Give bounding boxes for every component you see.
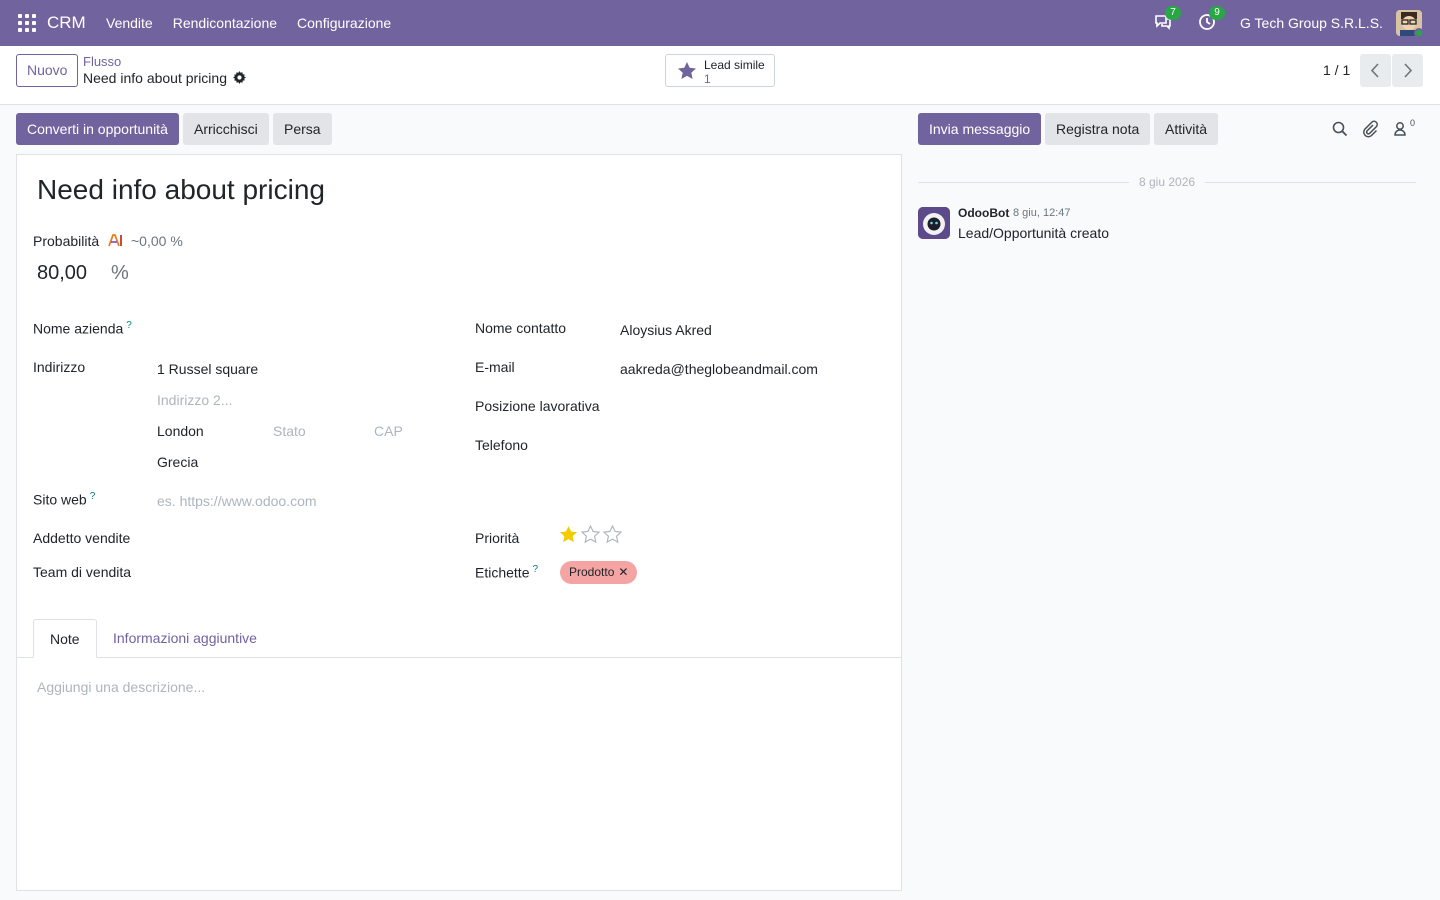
search-icon[interactable] <box>1331 120 1349 138</box>
city-input[interactable]: London <box>157 423 204 439</box>
main-menu: Vendite Rendicontazione Configurazione <box>106 15 391 31</box>
tab-extra-info[interactable]: Informazioni aggiuntive <box>97 619 273 658</box>
message-author[interactable]: OdooBot <box>958 206 1009 220</box>
contact-name-input[interactable]: Aloysius Akred <box>620 322 712 338</box>
priority-label: Priorità <box>475 530 520 546</box>
company-name-label: Nome azienda? <box>33 320 132 337</box>
similar-leads-label: Lead simile <box>704 58 765 72</box>
similar-leads-button[interactable]: Lead simile 1 <box>665 54 775 87</box>
send-message-button[interactable]: Invia messaggio <box>918 113 1042 145</box>
description-editor[interactable]: Aggiungi una descrizione... <box>37 679 205 695</box>
probability-label: Probabilità <box>33 233 100 249</box>
star-icon <box>678 62 696 79</box>
address-label: Indirizzo <box>33 359 86 375</box>
priority-stars[interactable] <box>559 525 622 544</box>
probability-unit: % <box>111 262 129 284</box>
chevron-left-icon <box>1370 63 1379 78</box>
street2-input[interactable]: Indirizzo 2... <box>157 392 232 408</box>
breadcrumb-parent[interactable]: Flusso <box>83 54 121 69</box>
street-input[interactable]: 1 Russel square <box>157 361 258 377</box>
online-status-icon <box>1414 28 1424 38</box>
messages-icon[interactable]: 7 <box>1154 6 1181 33</box>
followers-icon[interactable] <box>1392 120 1410 138</box>
chevron-right-icon <box>1404 63 1413 78</box>
new-button[interactable]: Nuovo <box>16 54 79 87</box>
tag-prodotto[interactable]: Prodotto ✕ <box>560 561 638 584</box>
menu-item-vendite[interactable]: Vendite <box>106 15 153 31</box>
gear-icon[interactable] <box>233 71 246 84</box>
contact-name-label: Nome contatto <box>475 320 567 336</box>
breadcrumb-current: Need info about pricing <box>83 70 227 86</box>
apps-menu-icon[interactable] <box>18 14 36 32</box>
convert-to-opportunity-button[interactable]: Converti in opportunità <box>16 113 179 145</box>
menu-item-rendicontazione[interactable]: Rendicontazione <box>173 15 277 31</box>
app-brand[interactable]: CRM <box>47 13 86 33</box>
email-input[interactable]: aakreda@theglobeandmail.com <box>620 361 818 377</box>
help-icon[interactable]: ? <box>126 320 132 331</box>
website-label: Sito web? <box>33 491 96 508</box>
website-input[interactable]: es. https://www.odoo.com <box>157 493 317 509</box>
help-icon[interactable]: ? <box>532 564 538 575</box>
followers-count: 0 <box>1410 118 1416 128</box>
activities-count-badge: 9 <box>1209 6 1225 20</box>
lead-title[interactable]: Need info about pricing <box>37 174 325 206</box>
ai-probability-icon <box>108 234 123 247</box>
pager-next-button[interactable] <box>1392 54 1423 87</box>
menu-item-configurazione[interactable]: Configurazione <box>297 15 391 31</box>
star-filled-icon[interactable] <box>559 525 578 544</box>
company-switcher[interactable]: G Tech Group S.R.L.S. <box>1240 15 1383 31</box>
messages-count-badge: 7 <box>1165 6 1181 20</box>
paperclip-icon[interactable] <box>1361 120 1379 138</box>
tags-label: Etichette? <box>475 564 539 581</box>
zip-input[interactable]: CAP <box>374 423 403 439</box>
help-icon[interactable]: ? <box>90 491 96 502</box>
country-input[interactable]: Grecia <box>157 454 198 470</box>
state-input[interactable]: Stato <box>273 423 306 439</box>
close-icon[interactable]: ✕ <box>618 565 628 579</box>
message-date: 8 giu, 12:47 <box>1013 207 1071 219</box>
sales-team-label: Team di vendita <box>33 564 132 580</box>
enrich-button[interactable]: Arricchisci <box>183 113 269 145</box>
probability-input[interactable]: 80,00 <box>37 262 87 285</box>
date-separator-label: 8 giu 2026 <box>1139 175 1196 189</box>
salesperson-label: Addetto vendite <box>33 530 131 546</box>
similar-leads-count: 1 <box>704 72 711 86</box>
star-empty-icon[interactable] <box>581 525 600 544</box>
log-note-button[interactable]: Registra nota <box>1045 113 1151 145</box>
top-navbar: CRM Vendite Rendicontazione Configurazio… <box>0 0 1440 46</box>
date-separator: 8 giu 2026 <box>918 174 1416 190</box>
lost-button[interactable]: Persa <box>273 113 332 145</box>
odoobot-avatar[interactable] <box>918 207 950 239</box>
message-body: Lead/Opportunità creato <box>958 225 1109 241</box>
tag-label: Prodotto <box>569 565 615 579</box>
job-position-label: Posizione lavorativa <box>475 398 600 414</box>
activities-button[interactable]: Attività <box>1154 113 1219 145</box>
control-panel: Nuovo Flusso Need info about pricing Lea… <box>0 46 1440 105</box>
tab-notes[interactable]: Note <box>33 619 97 658</box>
activities-icon[interactable]: 9 <box>1198 6 1225 33</box>
pager-value[interactable]: 1 / 1 <box>1323 62 1350 78</box>
ai-probability-value[interactable]: ~0,00 % <box>131 233 183 249</box>
email-label: E-mail <box>475 359 515 375</box>
pager-previous-button[interactable] <box>1360 54 1391 87</box>
lead-form-sheet: Need info about pricing Probabilità ~0,0… <box>16 154 902 891</box>
phone-label: Telefono <box>475 437 528 453</box>
notebook-tabs: Note Informazioni aggiuntive <box>17 619 901 658</box>
star-empty-icon[interactable] <box>603 525 622 544</box>
